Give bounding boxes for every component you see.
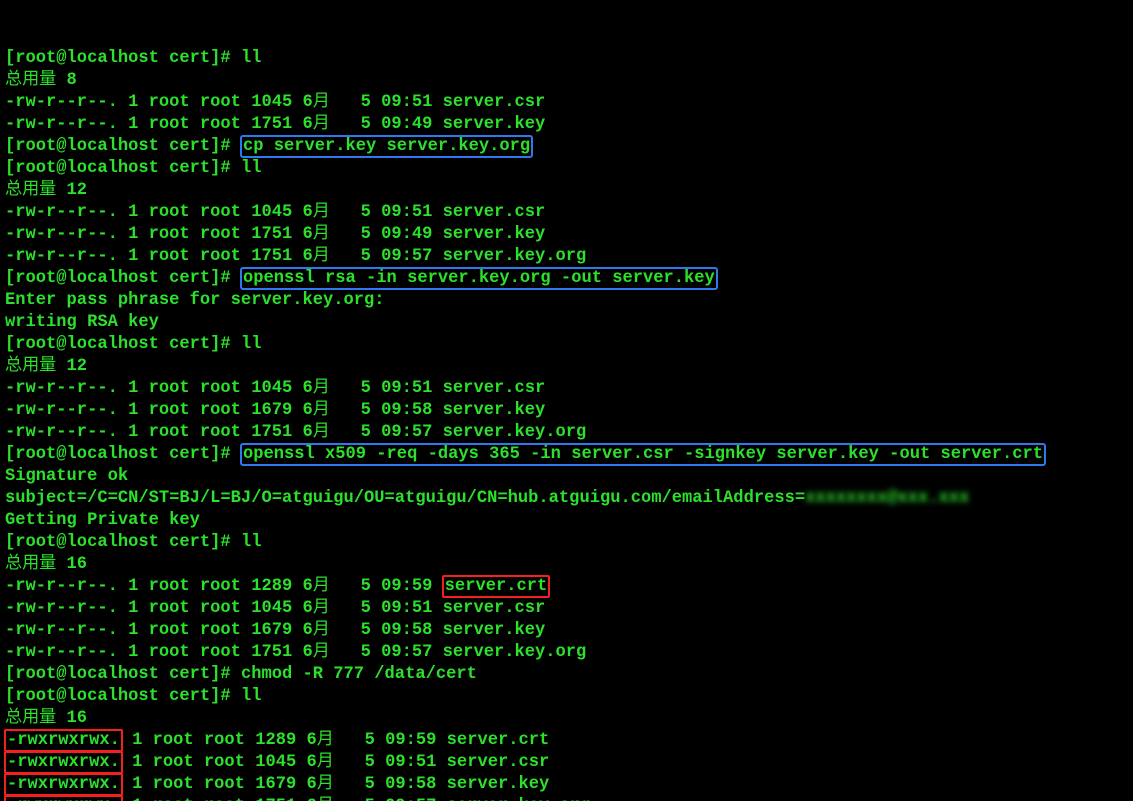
- total-3: 总用量 12: [5, 357, 87, 376]
- file-row: -rw-r--r--. 1 root root 1045 6月 5 09:51 …: [5, 93, 545, 112]
- signature-ok: Signature ok: [5, 467, 128, 486]
- cmd-cp: cp server.key server.key.org: [240, 135, 533, 158]
- cmd-ll-4: ll: [241, 533, 262, 552]
- prompt: [root@localhost cert]#: [5, 269, 241, 288]
- prompt: [root@localhost cert]#: [5, 687, 241, 706]
- file-row-tail: 1 root root 1289 6月 5 09:59 server.crt: [122, 731, 549, 750]
- total-4: 总用量 16: [5, 555, 87, 574]
- file-row-tail: 1 root root 1679 6月 5 09:58 server.key: [122, 775, 549, 794]
- file-row: -rw-r--r--. 1 root root 1045 6月 5 09:51 …: [5, 203, 545, 222]
- subject-line: subject=/C=CN/ST=BJ/L=BJ/O=atguigu/OU=at…: [5, 489, 805, 508]
- getting-key: Getting Private key: [5, 511, 200, 530]
- perms-rwx: -rwxrwxrwx.: [4, 751, 123, 774]
- redacted-email: xxxxxxxx@xxx.xxx: [805, 489, 969, 508]
- file-row: -rw-r--r--. 1 root root 1751 6月 5 09:49 …: [5, 225, 545, 244]
- file-server-crt: server.crt: [442, 575, 551, 598]
- writing-rsa: writing RSA key: [5, 313, 159, 332]
- file-row-tail: 1 root root 1045 6月 5 09:51 server.csr: [122, 753, 549, 772]
- terminal[interactable]: [root@localhost cert]# ll 总用量 8 -rw-r--r…: [0, 22, 1133, 801]
- file-row: -rw-r--r--. 1 root root 1751 6月 5 09:49 …: [5, 115, 545, 134]
- prompt: [root@localhost cert]#: [5, 159, 241, 178]
- file-row: -rw-r--r--. 1 root root 1751 6月 5 09:57 …: [5, 247, 586, 266]
- file-row: -rw-r--r--. 1 root root 1045 6月 5 09:51 …: [5, 379, 545, 398]
- prompt: [root@localhost cert]#: [5, 49, 241, 68]
- file-row: -rw-r--r--. 1 root root 1679 6月 5 09:58 …: [5, 621, 545, 640]
- cmd-ll-2: ll: [241, 159, 262, 178]
- prompt: [root@localhost cert]#: [5, 665, 241, 684]
- file-row: -rw-r--r--. 1 root root 1679 6月 5 09:58 …: [5, 401, 545, 420]
- prompt: [root@localhost cert]#: [5, 445, 241, 464]
- passphrase-prompt: Enter pass phrase for server.key.org:: [5, 291, 385, 310]
- perms-rwx: -rwxrwxrwx.: [4, 773, 123, 796]
- perms-rwx: -rwxrwxrwx.: [4, 729, 123, 752]
- cmd-ll-1: ll: [241, 49, 262, 68]
- file-row-tail: 1 root root 1751 6月 5 09:57 server.key.o…: [122, 797, 590, 801]
- cmd-ll-5: ll: [241, 687, 262, 706]
- file-row-pre: -rw-r--r--. 1 root root 1289 6月 5 09:59: [5, 577, 443, 596]
- total-2: 总用量 12: [5, 181, 87, 200]
- prompt: [root@localhost cert]#: [5, 137, 241, 156]
- prompt: [root@localhost cert]#: [5, 533, 241, 552]
- file-row: -rw-r--r--. 1 root root 1751 6月 5 09:57 …: [5, 643, 586, 662]
- file-row: -rw-r--r--. 1 root root 1751 6月 5 09:57 …: [5, 423, 586, 442]
- total-1: 总用量 8: [5, 71, 77, 90]
- cmd-openssl-rsa: openssl rsa -in server.key.org -out serv…: [240, 267, 718, 290]
- perms-rwx: -rwxrwxrwx.: [4, 795, 123, 801]
- cmd-openssl-x509: openssl x509 -req -days 365 -in server.c…: [240, 443, 1046, 466]
- cmd-ll-3: ll: [241, 335, 262, 354]
- file-row: -rw-r--r--. 1 root root 1045 6月 5 09:51 …: [5, 599, 545, 618]
- cmd-chmod: chmod -R 777 /data/cert: [241, 665, 477, 684]
- total-5: 总用量 16: [5, 709, 87, 728]
- prompt: [root@localhost cert]#: [5, 335, 241, 354]
